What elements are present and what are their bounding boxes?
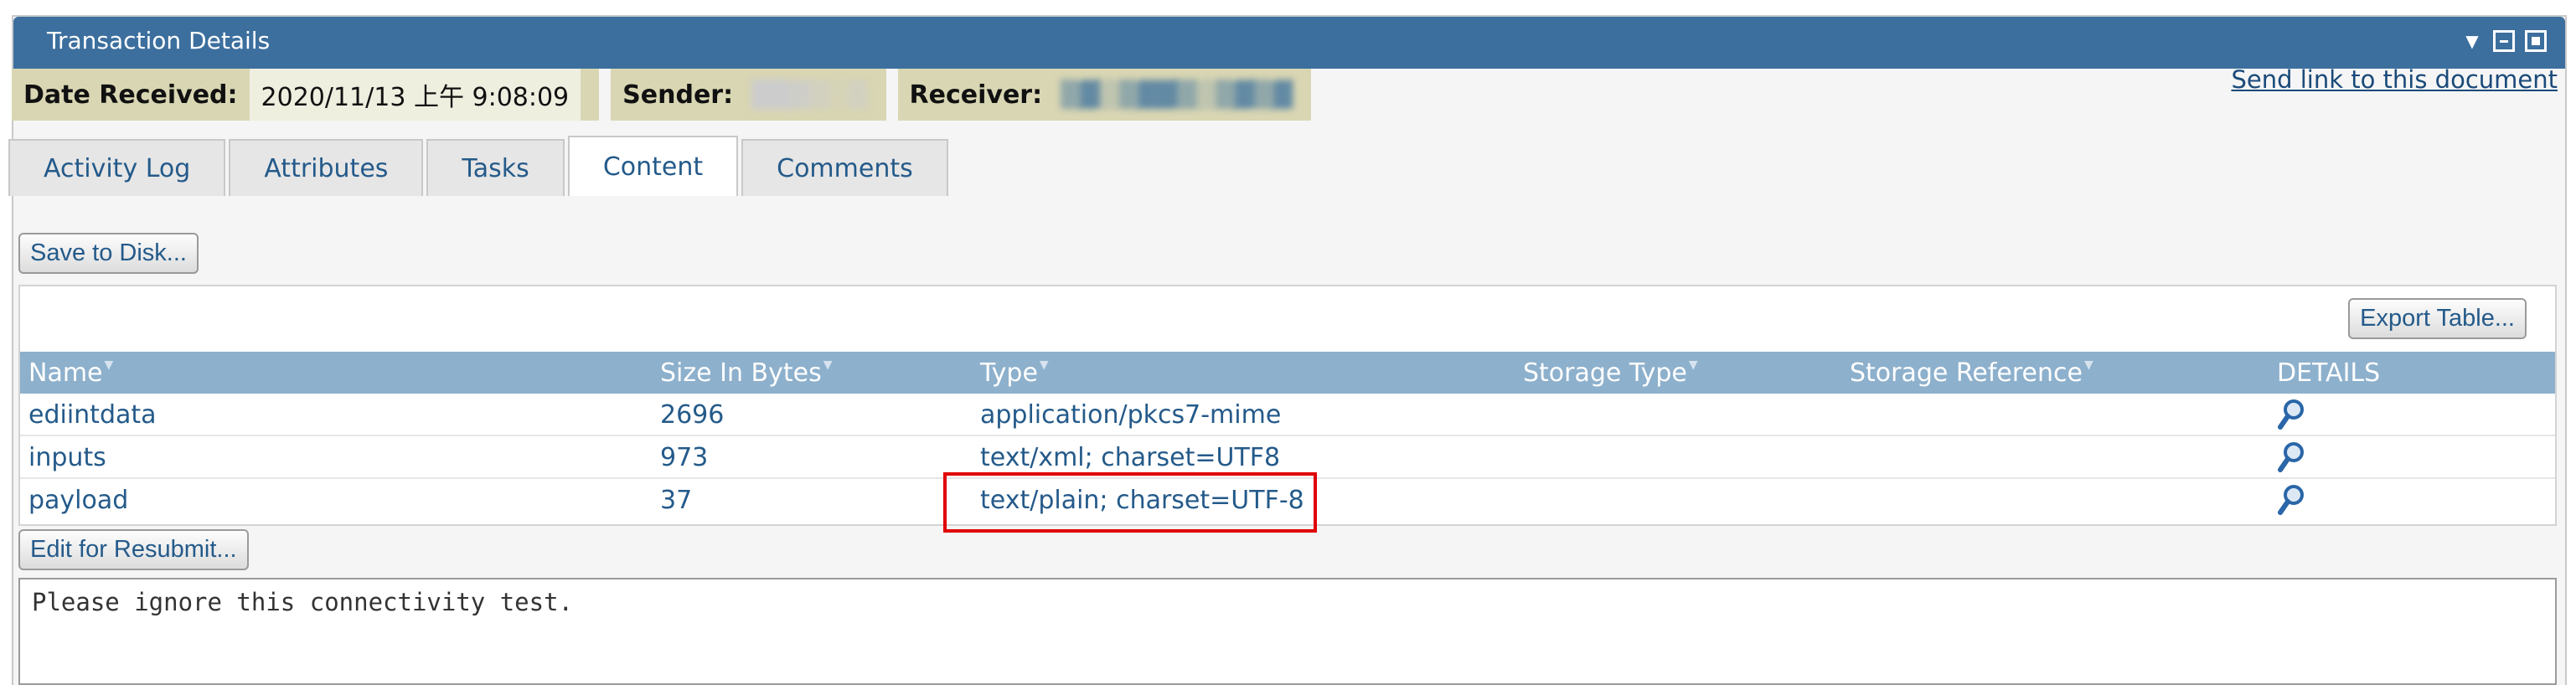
column-header-details: DETAILS (2277, 358, 2381, 388)
content-text: Please ignore this connectivity test. (32, 588, 574, 616)
date-received-field: Date Received: 2020/11/13 上午 9:08:09 (12, 69, 600, 121)
tab-activity-log[interactable]: Activity Log (8, 139, 226, 196)
sender-field: Sender: ██▓▒░▒ (611, 69, 886, 121)
content-viewer[interactable]: Please ignore this connectivity test. (18, 578, 2557, 685)
date-received-value: 2020/11/13 上午 9:08:09 (249, 69, 581, 121)
export-table-button[interactable]: Export Table... (2348, 298, 2527, 339)
cell-type: text/plain; charset=UTF-8 (980, 486, 1304, 515)
date-received-label: Date Received: (23, 80, 238, 110)
minimize-box-icon[interactable] (2493, 30, 2515, 52)
edit-for-resubmit-button[interactable]: Edit for Resubmit... (18, 529, 249, 570)
save-to-disk-button[interactable]: Save to Disk... (18, 233, 199, 274)
tab-attributes[interactable]: Attributes (229, 139, 424, 196)
magnifier-details-icon[interactable] (2277, 484, 2305, 518)
chevron-down-icon[interactable]: ▼ (2461, 30, 2483, 52)
content-table: Export Table... Name ▼ Size In Bytes ▼ Typ… (18, 285, 2557, 526)
window-controls: ▼ (2461, 30, 2547, 52)
column-header-storage-reference[interactable]: Storage Reference ▼ (1850, 358, 2093, 388)
send-link-to-document[interactable]: Send link to this document (2231, 65, 2558, 94)
cell-size: 973 (660, 443, 709, 472)
tab-comments[interactable]: Comments (741, 139, 948, 196)
table-row: ediintdata 2696 application/pkcs7-mime (20, 394, 2555, 436)
tab-tasks[interactable]: Tasks (426, 139, 565, 196)
sender-value-redacted: ██▓▒░▒ (751, 80, 868, 110)
cell-type: application/pkcs7-mime (980, 400, 1282, 430)
maximize-box-icon[interactable] (2525, 30, 2547, 52)
column-header-type[interactable]: Type ▼ (980, 358, 1049, 388)
column-header-name[interactable]: Name ▼ (28, 358, 113, 388)
transaction-info-bar: Date Received: 2020/11/13 上午 9:08:09 Sen… (12, 69, 1311, 121)
column-header-storage-type[interactable]: Storage Type ▼ (1523, 358, 1698, 388)
cell-size: 2696 (660, 400, 725, 430)
table-header: Name ▼ Size In Bytes ▼ Type ▼ Storage Type ▼… (20, 352, 2555, 394)
cell-size: 37 (660, 486, 693, 515)
tab-bar: Activity Log Attributes Tasks Content Co… (8, 136, 948, 196)
sender-label: Sender: (622, 80, 734, 110)
table-row: payload 37 text/plain; charset=UTF-8 (20, 479, 2555, 522)
magnifier-details-icon[interactable] (2277, 441, 2305, 475)
cell-name[interactable]: payload (28, 486, 128, 515)
receiver-label: Receiver: (909, 80, 1043, 110)
receiver-value-redacted[interactable]: ▒▓░▒▓▓▒░▒▓▒▓ (1061, 80, 1293, 110)
receiver-field: Receiver: ▒▓░▒▓▓▒░▒▓▒▓ (897, 69, 1311, 121)
cell-type: text/xml; charset=UTF8 (980, 443, 1281, 472)
panel-title: Transaction Details (47, 27, 271, 54)
column-header-size[interactable]: Size In Bytes ▼ (660, 358, 832, 388)
cell-name[interactable]: inputs (28, 443, 106, 472)
panel-titlebar: Transaction Details ▼ (13, 17, 2565, 69)
tab-content[interactable]: Content (567, 136, 739, 196)
magnifier-details-icon[interactable] (2277, 399, 2305, 432)
table-row: inputs 973 text/xml; charset=UTF8 (20, 436, 2555, 479)
cell-name[interactable]: ediintdata (28, 400, 157, 430)
